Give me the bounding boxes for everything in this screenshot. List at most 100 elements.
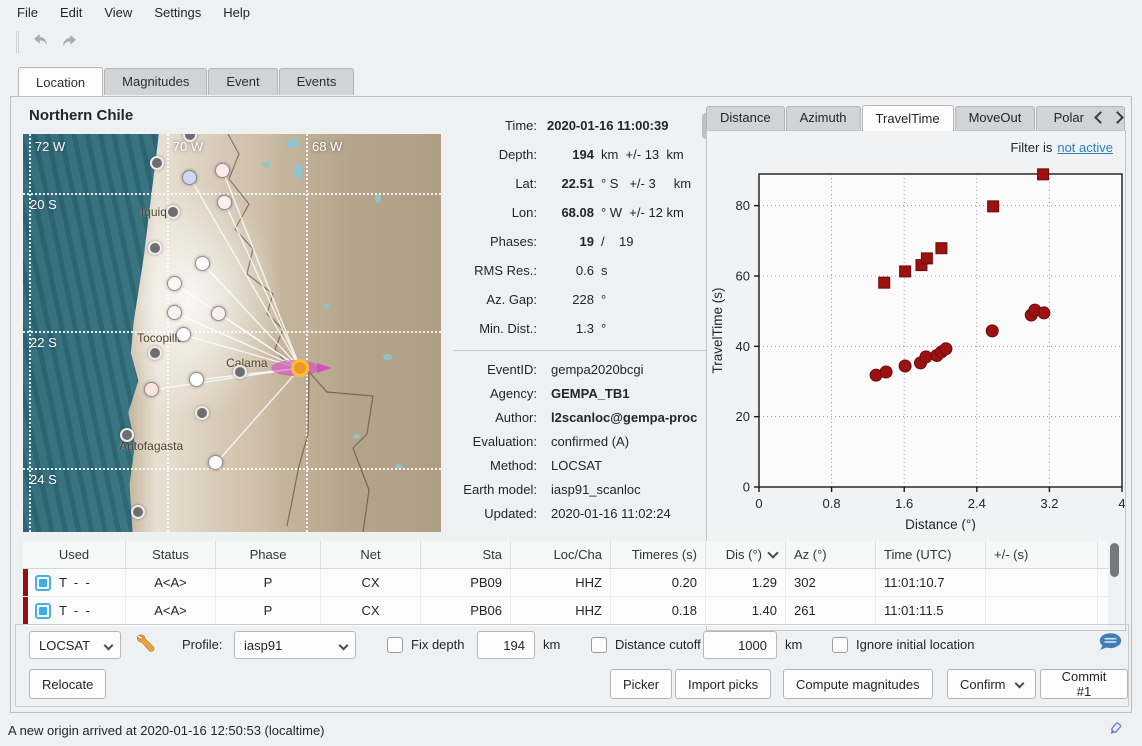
tab-location[interactable]: Location	[18, 67, 103, 96]
scolv-window: FileEditViewSettingsHelp LocationMagnitu…	[0, 0, 1142, 746]
origin-detail-row: Az. Gap:228°	[451, 285, 713, 314]
location-panel: Northern Chile 72 W70 W68 W20 S22 S24 SI…	[10, 96, 1132, 713]
cell-value: PB06	[470, 603, 502, 618]
locator-settings-button[interactable]	[132, 631, 160, 659]
cell-net: CX	[321, 597, 421, 624]
import-picks-button[interactable]: Import picks	[675, 669, 771, 699]
station-marker[interactable]	[120, 428, 134, 442]
origin-info-label: Author:	[451, 410, 544, 425]
menu-help[interactable]: Help	[212, 2, 261, 23]
commit-button[interactable]: Commit #1	[1040, 669, 1128, 699]
origin-detail-row: Lon:68.08° W +/- 12 km	[451, 198, 713, 227]
column-header-dis-[interactable]: Dis (°)	[706, 541, 786, 568]
tab-magnitudes[interactable]: Magnitudes	[104, 68, 207, 95]
country-border	[287, 372, 309, 526]
toolbar-handle[interactable]	[16, 31, 19, 53]
column-header-timeres-s-[interactable]: Timeres (s)	[611, 541, 706, 568]
menu-settings[interactable]: Settings	[143, 2, 212, 23]
station-marker[interactable]	[189, 372, 204, 387]
menu-file[interactable]: File	[6, 2, 49, 23]
table-scrollbar-handle[interactable]	[1110, 543, 1119, 577]
cutoff-input[interactable]	[703, 631, 777, 659]
cell-value: HHZ	[575, 575, 602, 590]
column-header-loc-cha[interactable]: Loc/Cha	[511, 541, 611, 568]
column-header-used[interactable]: Used	[23, 541, 126, 568]
column-header-label: Dis (°)	[726, 547, 762, 562]
plot-tab-azimuth[interactable]: Azimuth	[786, 106, 861, 130]
distance-cutoff-checkbox[interactable]	[591, 637, 607, 653]
station-marker[interactable]	[150, 156, 164, 170]
chevron-down-icon	[1014, 678, 1024, 688]
filter-toggle-link[interactable]: not active	[1057, 140, 1113, 155]
origin-detail-value: 22.51	[544, 176, 594, 191]
station-marker[interactable]	[144, 382, 159, 397]
origin-detail-extra: s	[594, 263, 608, 278]
station-marker[interactable]	[131, 505, 145, 519]
tab-events[interactable]: Events	[279, 68, 355, 95]
cell-az-: 302	[786, 569, 876, 596]
epicenter-marker[interactable]	[293, 361, 308, 376]
column-header-phase[interactable]: Phase	[216, 541, 321, 568]
used-checkbox[interactable]	[35, 603, 51, 619]
origin-detail-extra: °	[594, 321, 606, 336]
station-marker[interactable]	[211, 306, 226, 321]
origin-info-value: LOCSAT	[544, 458, 602, 473]
column-header-status[interactable]: Status	[126, 541, 216, 568]
used-checkbox[interactable]	[35, 575, 51, 591]
traveltime-chart[interactable]: 00.81.62.43.24020406080Distance (°)Trave…	[709, 163, 1125, 531]
picker-button[interactable]: Picker	[610, 669, 672, 699]
plot-tab-moveout[interactable]: MoveOut	[955, 106, 1036, 130]
relocate-button[interactable]: Relocate	[29, 669, 106, 699]
confirm-button[interactable]: Confirm	[947, 669, 1036, 699]
cell-net: CX	[321, 569, 421, 596]
x-tick-label: 1.6	[895, 496, 913, 511]
table-scrollbar[interactable]	[1108, 541, 1121, 626]
tab-event[interactable]: Event	[208, 68, 277, 95]
plot-tab-traveltime[interactable]: TravelTime	[862, 105, 954, 131]
column-header-net[interactable]: Net	[321, 541, 421, 568]
plot-tab-distance[interactable]: Distance	[706, 106, 785, 130]
cell-value: 302	[794, 575, 816, 590]
station-marker[interactable]	[215, 163, 230, 178]
locator-select[interactable]: LOCSAT	[29, 631, 121, 659]
compute-magnitudes-button[interactable]: Compute magnitudes	[783, 669, 933, 699]
column-header-time-utc-[interactable]: Time (UTC)	[876, 541, 986, 568]
origin-detail-row: Lat:22.51° S +/- 3 km	[451, 169, 713, 198]
station-marker[interactable]	[217, 195, 232, 210]
sort-indicator-icon	[767, 547, 778, 558]
column-header-az-[interactable]: Az (°)	[786, 541, 876, 568]
table-row[interactable]: T - -A<A>PCXPB06HHZ0.181.4026111:01:11.5	[23, 597, 1121, 625]
data-point-square	[879, 277, 890, 288]
depth-input[interactable]	[477, 631, 535, 659]
edit-comment-icon[interactable]	[1106, 720, 1134, 741]
menu-view[interactable]: View	[93, 2, 143, 23]
undo-button[interactable]	[27, 29, 55, 55]
scroll-tabs-left-button[interactable]	[1094, 108, 1104, 126]
scroll-tabs-right-button[interactable]	[1114, 108, 1124, 126]
station-marker[interactable]	[148, 346, 162, 360]
origin-info-label: EventID:	[451, 362, 544, 377]
ignore-initial-location-checkbox[interactable]	[832, 637, 848, 653]
station-marker[interactable]	[176, 327, 191, 342]
profile-select[interactable]: iasp91	[234, 631, 356, 659]
station-marker[interactable]	[148, 241, 162, 255]
column-header-label: +/- (s)	[994, 547, 1028, 562]
cell--s-	[986, 597, 1098, 624]
fix-depth-checkbox[interactable]	[387, 637, 403, 653]
table-row[interactable]: T - -A<A>PCXPB09HHZ0.201.2930211:01:10.7	[23, 569, 1121, 597]
region-map[interactable]: 72 W70 W68 W20 S22 S24 SIquiqueTocopilla…	[23, 134, 441, 532]
menu-edit[interactable]: Edit	[49, 2, 93, 23]
column-header-label: Timeres (s)	[632, 547, 697, 562]
column-header-sta[interactable]: Sta	[421, 541, 511, 568]
station-marker[interactable]	[166, 205, 180, 219]
plot-tab-bar: DistanceAzimuthTravelTimeMoveOutPolar	[706, 104, 1126, 130]
locator-controls: LOCSAT Profile: iasp91 Fix depth km Dist…	[15, 624, 1129, 707]
y-tick-label: 60	[736, 268, 750, 283]
confirm-button-label: Confirm	[960, 677, 1006, 692]
redo-button[interactable]	[55, 29, 83, 55]
column-header--s-[interactable]: +/- (s)	[986, 541, 1098, 568]
redo-icon	[59, 32, 79, 52]
comment-button[interactable]	[1096, 630, 1124, 658]
cell-phase: P	[216, 597, 321, 624]
cell-value: 11:01:11.5	[884, 603, 944, 618]
